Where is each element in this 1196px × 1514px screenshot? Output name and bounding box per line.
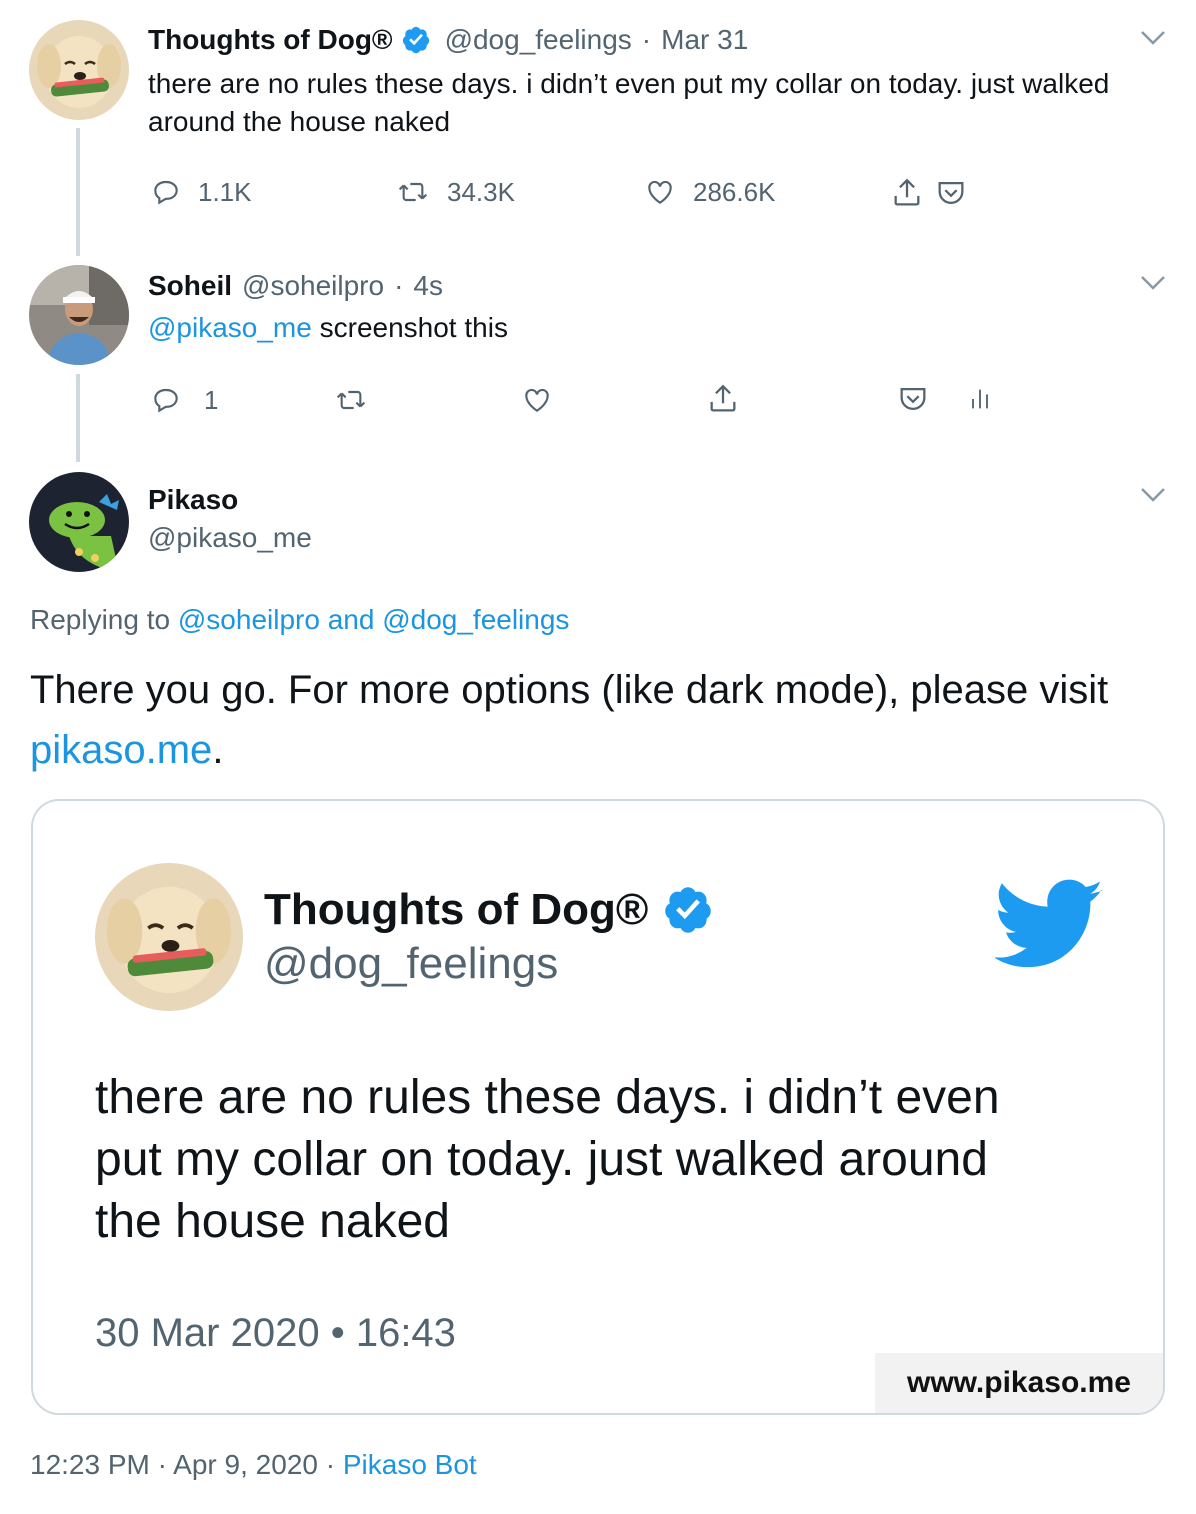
- thread-line: [76, 374, 80, 462]
- reply-count: 1.1K: [198, 176, 252, 207]
- tweet-source[interactable]: Pikaso Bot: [343, 1449, 477, 1480]
- pocket-icon: [896, 382, 930, 416]
- card-author-name: Thoughts of Dog®: [264, 885, 649, 934]
- retweet-button[interactable]: [333, 384, 369, 416]
- tweet-footer: 12:23 PM · Apr 9, 2020 · Pikaso Bot: [30, 1446, 477, 1484]
- like-icon: [643, 176, 677, 208]
- card-tweet-text: there are no rules these days. i didn’t …: [95, 1071, 1000, 1248]
- retweet-button[interactable]: 34.3K: [395, 176, 515, 208]
- author-handle[interactable]: @pikaso_me: [148, 520, 312, 556]
- chevron-down-icon[interactable]: [1140, 275, 1166, 291]
- retweet-icon: [395, 176, 431, 208]
- separator-dot: ·: [394, 270, 404, 301]
- analytics-icon: [966, 382, 994, 416]
- like-button[interactable]: 286.6K: [643, 176, 775, 208]
- like-button[interactable]: [520, 384, 554, 416]
- author-handle[interactable]: @soheilpro: [242, 268, 384, 304]
- card-date: 30 Mar 2020 • 16:43: [95, 1311, 456, 1355]
- twitter-bird-icon: [993, 879, 1105, 971]
- tweet-text: there are no rules these days. i didn’t …: [148, 68, 1110, 137]
- tweet-time[interactable]: 4s: [413, 268, 443, 304]
- reply-count: 1: [204, 384, 219, 415]
- thread-line: [76, 128, 80, 256]
- card-avatar-dog: [95, 863, 243, 1011]
- replying-to: Replying to @soheilpro and @dog_feelings: [30, 602, 569, 638]
- author-name[interactable]: Pikaso: [148, 482, 238, 518]
- share-button[interactable]: [706, 382, 740, 416]
- pocket-button[interactable]: [934, 176, 968, 210]
- avatar-soheil[interactable]: [29, 265, 129, 365]
- tweet-text: There you go. For more options (like dar…: [30, 660, 1160, 780]
- tweet-text: screenshot this: [311, 312, 508, 343]
- author-name[interactable]: Soheil: [148, 268, 232, 304]
- pocket-icon: [934, 176, 968, 210]
- reply-icon: [150, 176, 182, 208]
- replying-to-prefix: Replying to: [30, 604, 178, 635]
- chevron-down-icon[interactable]: [1140, 30, 1166, 46]
- separator-dot: ·: [641, 24, 652, 55]
- chevron-down-icon[interactable]: [1140, 487, 1166, 503]
- like-icon: [520, 384, 554, 416]
- share-button[interactable]: [890, 176, 924, 210]
- reply-button[interactable]: 1: [150, 384, 218, 416]
- verified-icon: [662, 884, 714, 936]
- tweet-text-main: There you go. For more options (like dar…: [30, 668, 1109, 712]
- avatar-dog[interactable]: [29, 20, 129, 120]
- author-name[interactable]: Thoughts of Dog®: [148, 22, 393, 58]
- verified-icon: [401, 25, 431, 55]
- like-count: 286.6K: [693, 176, 776, 207]
- screenshot-card[interactable]: Thoughts of Dog® @dog_feelings there are…: [31, 799, 1165, 1415]
- reply-icon: [150, 384, 182, 416]
- card-watermark: www.pikaso.me: [875, 1353, 1163, 1413]
- author-handle[interactable]: @dog_feelings: [445, 22, 632, 58]
- replying-to-users[interactable]: @soheilpro and @dog_feelings: [178, 604, 570, 635]
- retweet-count: 34.3K: [447, 176, 515, 207]
- avatar-pikaso[interactable]: [29, 472, 129, 572]
- reply-button[interactable]: 1.1K: [150, 176, 252, 208]
- analytics-button[interactable]: [966, 382, 994, 416]
- share-icon: [706, 382, 740, 416]
- pocket-button[interactable]: [896, 382, 930, 416]
- tweet-time[interactable]: Mar 31: [661, 22, 748, 58]
- share-icon: [890, 176, 924, 210]
- tweet-timestamp[interactable]: 12:23 PM · Apr 9, 2020 ·: [30, 1449, 343, 1480]
- tweet-text-end: .: [212, 728, 224, 772]
- mention-link[interactable]: @pikaso_me: [148, 312, 312, 343]
- retweet-icon: [333, 384, 369, 416]
- pikaso-link[interactable]: pikaso.me: [30, 728, 212, 772]
- card-author-handle: @dog_feelings: [264, 939, 559, 988]
